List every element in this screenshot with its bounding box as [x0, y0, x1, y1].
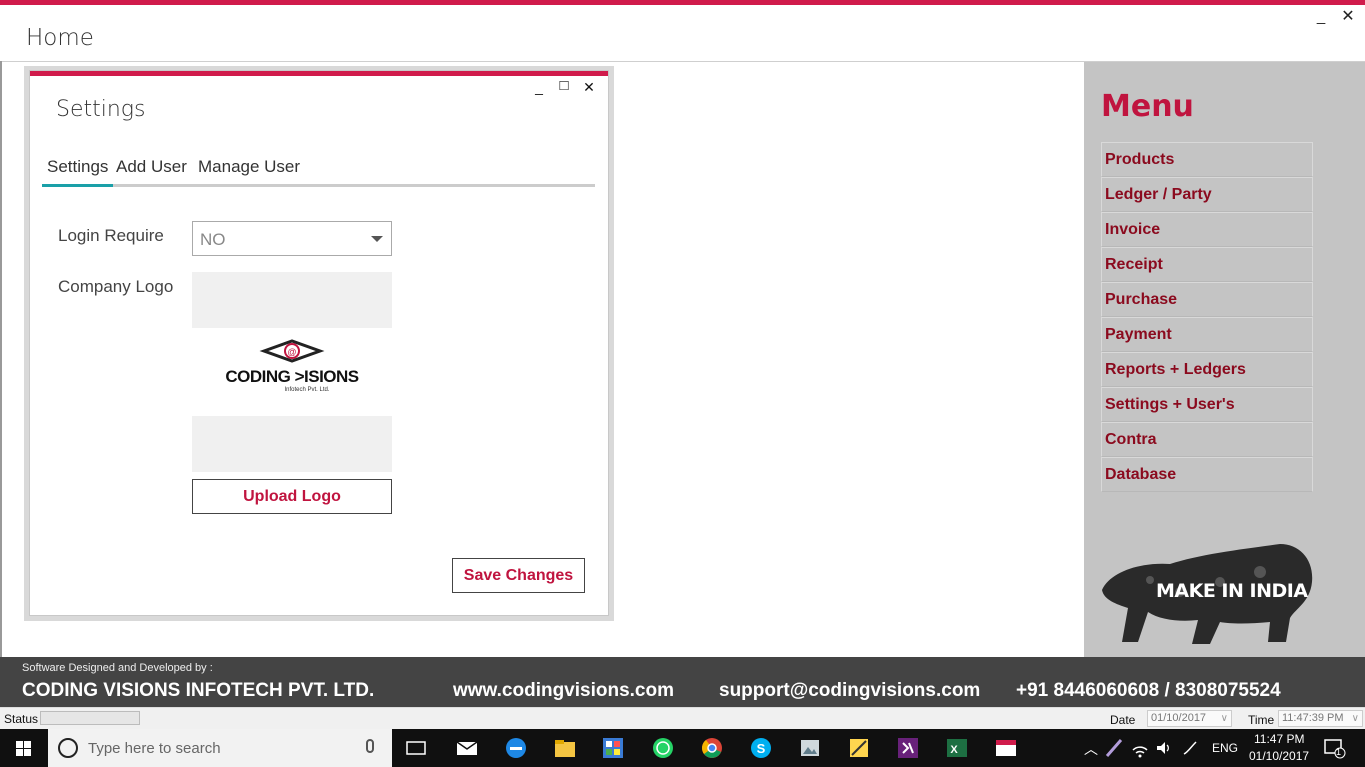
- menu-item-products[interactable]: Products: [1101, 142, 1313, 177]
- logo-text: CODING >ISIONS: [225, 367, 359, 386]
- status-bar: Status Date 01/10/2017 ∨ Time 11:47:39 P…: [0, 707, 1365, 729]
- tray-chevron-up-icon[interactable]: ︿: [1084, 739, 1098, 759]
- time-value: 11:47:39 PM: [1282, 712, 1344, 724]
- menu-item-purchase[interactable]: Purchase: [1101, 282, 1313, 317]
- window-close-button[interactable]: ✕: [1338, 6, 1358, 26]
- gst-app-icon[interactable]: [994, 736, 1018, 760]
- dialog-minimize-button[interactable]: _: [531, 79, 547, 95]
- excel-icon[interactable]: X: [945, 736, 969, 760]
- menu-item-database[interactable]: Database: [1101, 457, 1313, 492]
- menu-title: Menu: [1101, 89, 1194, 124]
- menu-item-reports-ledgers[interactable]: Reports + Ledgers: [1101, 352, 1313, 387]
- make-in-india-text: MAKE IN INDIA: [1156, 580, 1308, 602]
- task-view-icon[interactable]: [404, 736, 428, 760]
- login-require-value: NO: [200, 230, 226, 249]
- footer-phone: +91 8446060608 / 8308075524: [1016, 680, 1281, 701]
- visual-studio-icon[interactable]: [896, 736, 920, 760]
- status-progress-bar: [40, 711, 140, 725]
- svg-text:X: X: [950, 744, 958, 756]
- taskbar-search-box[interactable]: Type here to search: [48, 729, 392, 767]
- clock-date[interactable]: 01/10/2017: [1249, 749, 1309, 763]
- window-title: Home: [26, 25, 94, 51]
- power-plug-icon[interactable]: [1180, 736, 1200, 760]
- svg-text:@: @: [287, 347, 296, 357]
- settings-dialog: _ □ ✕ Settings Settings Add User Manage …: [29, 70, 609, 616]
- logo-top-panel: [192, 272, 392, 328]
- skype-icon[interactable]: S: [749, 736, 773, 760]
- menu-item-receipt[interactable]: Receipt: [1101, 247, 1313, 282]
- volume-icon[interactable]: [1154, 736, 1174, 760]
- calculator-app-icon[interactable]: [601, 736, 625, 760]
- footer-banner: Software Designed and Developed by : COD…: [0, 657, 1365, 707]
- footer-website: www.codingvisions.com: [453, 680, 674, 701]
- top-accent-bar: [0, 0, 1365, 5]
- svg-text:S: S: [757, 741, 766, 756]
- whatsapp-icon[interactable]: [651, 736, 675, 760]
- chevron-down-icon: ∨: [1220, 713, 1228, 724]
- login-require-label: Login Require: [58, 226, 164, 245]
- date-picker[interactable]: 01/10/2017 ∨: [1147, 710, 1232, 727]
- date-value: 01/10/2017: [1151, 712, 1207, 724]
- tools-app-icon[interactable]: [847, 736, 871, 760]
- file-explorer-icon[interactable]: [553, 736, 577, 760]
- taskbar-search-placeholder: Type here to search: [88, 740, 221, 757]
- time-label: Time: [1248, 713, 1275, 727]
- window-minimize-button[interactable]: _: [1311, 8, 1331, 25]
- taskbar: Type here to search S X ︿ ENG 11:47 PM 0…: [0, 729, 1365, 767]
- tab-manage-user[interactable]: Manage User: [193, 155, 305, 184]
- wifi-icon[interactable]: [1130, 736, 1150, 760]
- settings-tabs: Settings Add User Manage User: [42, 155, 595, 187]
- dialog-title: Settings: [56, 97, 146, 122]
- menu-item-contra[interactable]: Contra: [1101, 422, 1313, 457]
- menu-panel: Menu Products Ledger / Party Invoice Rec…: [1084, 62, 1365, 657]
- date-label: Date: [1110, 713, 1136, 727]
- left-border: [0, 61, 2, 657]
- photos-app-icon[interactable]: [798, 736, 822, 760]
- logo-subtext: Infotech Pvt. Ltd.: [284, 387, 330, 393]
- footer-company: CODING VISIONS INFOTECH PVT. LTD.: [22, 680, 375, 701]
- dialog-accent-bar: [30, 71, 608, 76]
- chevron-down-icon: ∨: [1351, 713, 1359, 724]
- mail-icon[interactable]: [455, 736, 479, 760]
- notification-icon[interactable]: [1322, 736, 1348, 760]
- company-logo-label: Company Logo: [58, 277, 174, 296]
- menu-item-invoice[interactable]: Invoice: [1101, 212, 1313, 247]
- menu-item-settings-users[interactable]: Settings + User's: [1101, 387, 1313, 422]
- dialog-maximize-button[interactable]: □: [556, 77, 572, 94]
- tab-add-user[interactable]: Add User: [111, 155, 192, 184]
- company-logo-image: @ CODING >ISIONS Infotech Pvt. Ltd.: [192, 329, 392, 415]
- menu-item-ledger-party[interactable]: Ledger / Party: [1101, 177, 1313, 212]
- login-require-select[interactable]: NO: [192, 221, 392, 256]
- logo-bottom-panel: [192, 416, 392, 472]
- cortana-icon: [58, 738, 78, 758]
- status-label: Status: [4, 712, 39, 726]
- chevron-down-icon: [371, 236, 383, 242]
- edge-browser-icon[interactable]: [504, 736, 528, 760]
- time-picker[interactable]: 11:47:39 PM ∨: [1278, 710, 1363, 727]
- upload-logo-button[interactable]: Upload Logo: [192, 479, 392, 514]
- language-indicator[interactable]: ENG: [1212, 741, 1238, 755]
- dialog-close-button[interactable]: ✕: [581, 79, 597, 96]
- footer-designed-by: Software Designed and Developed by :: [22, 662, 213, 674]
- microphone-icon[interactable]: [366, 739, 374, 753]
- make-in-india-logo: MAKE IN INDIA: [1100, 542, 1316, 648]
- menu-item-payment[interactable]: Payment: [1101, 317, 1313, 352]
- windows-logo-icon: [16, 741, 31, 756]
- tab-settings[interactable]: Settings: [42, 155, 113, 187]
- pen-icon[interactable]: [1104, 736, 1124, 760]
- windows-start-button[interactable]: [0, 729, 48, 767]
- menu-list: Products Ledger / Party Invoice Receipt …: [1101, 142, 1313, 492]
- clock-time[interactable]: 11:47 PM: [1254, 732, 1304, 746]
- chrome-icon[interactable]: [700, 736, 724, 760]
- notification-count: 1: [1336, 747, 1342, 757]
- footer-email: support@codingvisions.com: [719, 680, 981, 701]
- save-changes-button[interactable]: Save Changes: [452, 558, 585, 593]
